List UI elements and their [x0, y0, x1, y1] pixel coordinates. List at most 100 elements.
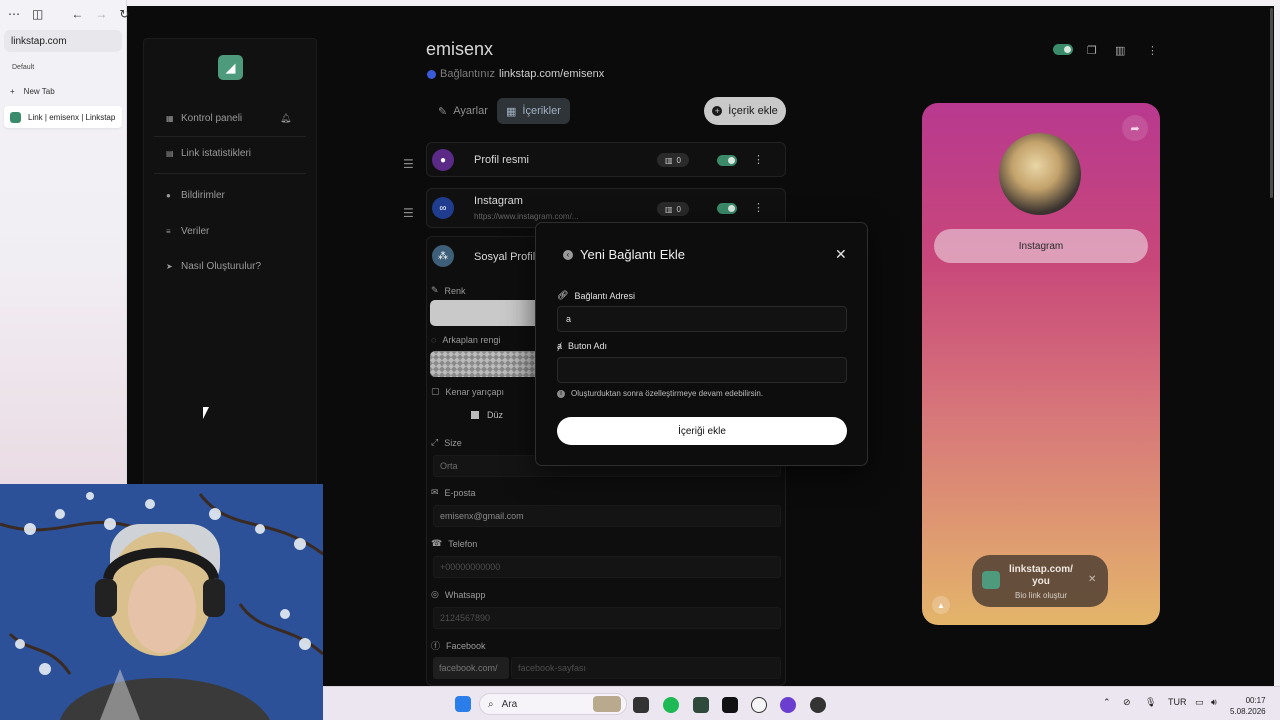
more-options-icon[interactable]: ⋮: [1147, 44, 1158, 57]
url-input[interactable]: a: [557, 306, 847, 332]
mouse-cursor-icon: [203, 407, 209, 419]
sidebar-item-how-to[interactable]: ➤ Nasıl Oluşturulur?: [166, 261, 261, 272]
widget-icon[interactable]: [593, 696, 621, 712]
promo-title: linkstap.com/ you: [1009, 564, 1073, 587]
more-options-icon[interactable]: ⋮: [753, 153, 764, 166]
square-icon: [471, 411, 479, 419]
add-content-label: İçerik ekle: [728, 105, 778, 117]
tab-contents[interactable]: ▦ İçerikler: [497, 98, 570, 124]
clock-time: 00:17: [1245, 696, 1266, 705]
add-content-button[interactable]: + İçerik ekle: [704, 97, 786, 125]
more-options-icon[interactable]: ⋮: [753, 201, 764, 214]
search-icon: ⌕: [488, 698, 494, 710]
clock-date: 5.08.2026: [1230, 707, 1266, 716]
phone-field[interactable]: +00000000000: [433, 556, 781, 578]
email-field[interactable]: emisenx@gmail.com: [433, 505, 781, 527]
drag-handle-icon[interactable]: ☰: [403, 206, 414, 220]
bg-color-picker[interactable]: [430, 351, 540, 377]
file-explorer-icon[interactable]: [633, 697, 649, 713]
preview-instagram-button[interactable]: Instagram: [934, 229, 1148, 263]
arrow-left-icon[interactable]: ←: [71, 7, 83, 21]
mobile-preview: ➦ Instagram linkstap.com/ you Bio link o…: [922, 103, 1160, 625]
ellipsis-icon[interactable]: ⋯: [8, 7, 20, 21]
sidebar-toggle-icon[interactable]: ◫: [32, 7, 43, 21]
close-icon[interactable]: ✕: [1088, 574, 1096, 585]
sidebar-item-label: Veriler: [181, 226, 210, 237]
visibility-toggle[interactable]: [1053, 44, 1073, 58]
browser-toolbar: ⋯ ◫ ← → ↻: [0, 0, 129, 28]
pencil-icon: ✎: [431, 285, 439, 295]
tab-settings[interactable]: ✎ Ayarlar: [429, 98, 497, 124]
stats-icon: ▥: [664, 204, 673, 214]
globe-icon: [427, 69, 436, 79]
modal-title: ‹ Yeni Bağlantı Ekle: [563, 247, 685, 262]
linkstap-logo-icon[interactable]: ◢: [218, 55, 243, 80]
webcam-overlay: [0, 484, 323, 720]
bell-icon: ●: [166, 190, 171, 200]
volume-icon[interactable]: 🔊︎: [1211, 697, 1217, 708]
plus-icon: +: [10, 87, 15, 96]
users-icon: ⁂: [432, 245, 454, 267]
refresh-icon[interactable]: ↻: [119, 7, 129, 21]
close-icon[interactable]: ✕: [835, 246, 847, 263]
spotify-icon[interactable]: [663, 697, 679, 713]
color-label: ✎ Renk: [431, 285, 466, 296]
facebook-icon: ⓕ: [431, 641, 441, 651]
facebook-label: ⓕ Facebook: [431, 640, 486, 652]
button-name-input[interactable]: [557, 357, 847, 383]
back-arrow-icon[interactable]: ‹: [563, 249, 573, 260]
monitor-icon[interactable]: ▭: [1195, 697, 1204, 708]
arrow-right-icon[interactable]: →: [95, 7, 107, 21]
drag-handle-icon[interactable]: ☰: [403, 157, 414, 171]
sidebar-item-data[interactable]: ≡ Veriler: [166, 226, 209, 237]
card-subtitle: https://www.instagram.com/...: [474, 212, 579, 221]
tab-label: İçerikler: [522, 105, 561, 117]
submit-add-content-button[interactable]: İçeriği ekle: [557, 417, 847, 445]
color-picker[interactable]: [430, 300, 540, 326]
system-clock[interactable]: 00:17 5.08.2026: [1230, 695, 1266, 717]
warning-icon[interactable]: ▲: [932, 596, 950, 614]
microphone-icon[interactable]: 🎙︎: [1145, 697, 1156, 708]
divider: [154, 173, 306, 174]
card-visibility-toggle[interactable]: [717, 155, 737, 166]
new-tab-button[interactable]: + New Tab: [10, 87, 126, 96]
obs-icon[interactable]: [722, 697, 738, 713]
stats-icon: ▥: [664, 155, 673, 165]
sidebar-item-dashboard[interactable]: ▦ Kontrol paneli: [166, 113, 242, 124]
bell-icon[interactable]: 🔔︎: [280, 113, 291, 124]
scrollbar[interactable]: [1270, 8, 1273, 198]
palette-icon: ◌: [431, 335, 437, 345]
whatsapp-label: ◎ Whatsapp: [431, 589, 486, 600]
border-option-flat[interactable]: Düz: [471, 410, 503, 420]
copy-icon[interactable]: ❐: [1087, 44, 1097, 57]
app-icon[interactable]: [693, 697, 709, 713]
facebook-field[interactable]: facebook-sayfası: [511, 657, 781, 679]
content-card-profile-picture[interactable]: ● Profil resmi ▥ 0 ⋮: [426, 142, 786, 177]
webcam-image: [0, 484, 323, 720]
github-icon[interactable]: [810, 697, 826, 713]
profile-label[interactable]: Default: [12, 64, 126, 71]
link-url[interactable]: linkstap.com/emisenx: [499, 68, 604, 80]
whatsapp-field[interactable]: 2124567890: [433, 607, 781, 629]
sidebar-item-notifications[interactable]: ● Bildirimler: [166, 190, 225, 201]
sidebar-item-link-stats[interactable]: ▤ Link istatistikleri: [166, 148, 251, 159]
address-bar[interactable]: linkstap.com: [4, 30, 122, 52]
windows-start-icon[interactable]: [455, 696, 471, 712]
add-link-modal: ‹ Yeni Bağlantı Ekle ✕ 🔗︎ Bağlantı Adres…: [535, 222, 868, 466]
active-tab[interactable]: Link | emisenx | Linkstap: [4, 106, 122, 128]
stats-icon[interactable]: ▥: [1115, 44, 1125, 57]
card-visibility-toggle[interactable]: [717, 203, 737, 214]
divider: [154, 136, 306, 137]
info-icon: i: [557, 389, 565, 398]
share-icon[interactable]: ➦: [1122, 115, 1148, 141]
network-off-icon[interactable]: ⊘: [1123, 697, 1131, 708]
mail-icon: ✉: [431, 487, 439, 497]
linkstap-logo-icon: [982, 571, 1000, 589]
chevron-up-icon[interactable]: ⌃: [1103, 697, 1111, 708]
language-indicator[interactable]: TUR: [1168, 697, 1187, 707]
browser-icon[interactable]: [780, 697, 796, 713]
sidebar-item-label: Nasıl Oluşturulur?: [181, 261, 262, 272]
plus-circle-icon: +: [712, 106, 723, 116]
promo-banner[interactable]: linkstap.com/ you Bio link oluştur ✕: [972, 555, 1108, 607]
chatgpt-icon[interactable]: [751, 697, 767, 713]
